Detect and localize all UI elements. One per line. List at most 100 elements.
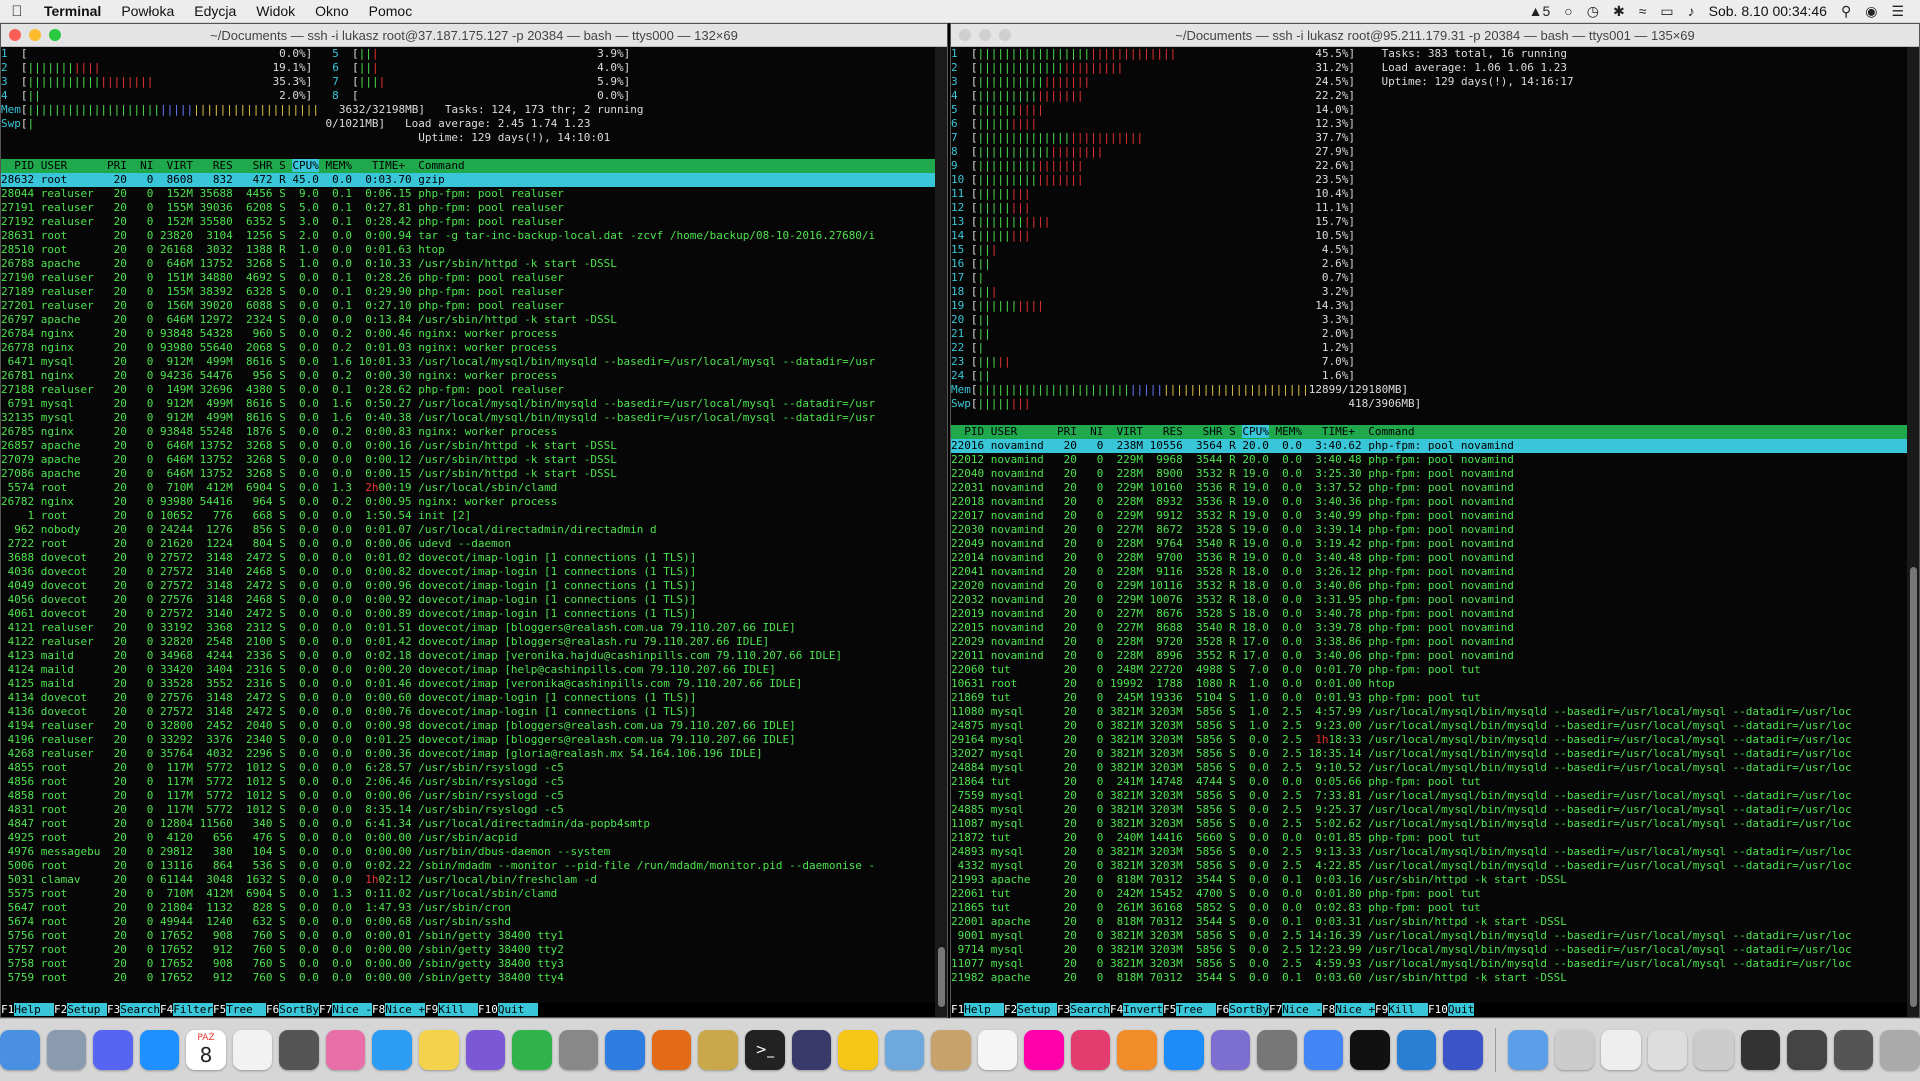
process-row[interactable]: 6471 mysql 20 0 912M 499M 8616 S 0.0 1.6… [1, 355, 935, 369]
process-row[interactable]: 4856 root 20 0 117M 5772 1012 S 0.0 0.0 … [1, 775, 935, 789]
window-titlebar[interactable]: ~/Documents — ssh -i lukasz root@95.211.… [951, 24, 1919, 47]
xcode-icon[interactable] [605, 1030, 645, 1070]
fkey-label[interactable]: Search [120, 1003, 160, 1016]
fkey-label[interactable]: Quit [1447, 1003, 1475, 1016]
process-row[interactable]: 22020 novamind 20 0 229M 10116 3532 R 18… [951, 579, 1907, 593]
process-row[interactable]: 3688 dovecot 20 0 27572 3148 2472 S 0.0 … [1, 551, 935, 565]
close-button[interactable] [959, 29, 971, 41]
fkey-f10[interactable]: F10 [1428, 1003, 1448, 1016]
fkey-label[interactable]: Setup [67, 1003, 107, 1016]
airplay-icon[interactable]: ▭ [1660, 3, 1673, 20]
clock[interactable]: Sob. 8.10 00:34:46 [1709, 3, 1827, 19]
fkey-f10[interactable]: F10 [478, 1003, 498, 1016]
zoom-button[interactable] [999, 29, 1011, 41]
screenshot-icon[interactable] [1554, 1030, 1595, 1070]
menu-terminal[interactable]: Terminal [44, 3, 101, 19]
fkey-label[interactable]: SortBy [279, 1003, 319, 1016]
process-row[interactable]: 9714 mysql 20 0 3821M 3203M 5856 S 0.0 2… [951, 943, 1907, 957]
process-row[interactable]: 4196 realuser 20 0 33292 3376 2340 S 0.0… [1, 733, 935, 747]
process-row[interactable]: 4925 root 20 0 4120 656 476 S 0.0 0.0 0:… [1, 831, 935, 845]
process-row[interactable]: 22060 tut 20 0 248M 22720 4988 S 7.0 0.0… [951, 663, 1907, 677]
process-row[interactable]: 5756 root 20 0 17652 908 760 S 0.0 0.0 0… [1, 929, 935, 943]
process-row[interactable]: 22040 novamind 20 0 228M 8900 3532 R 19.… [951, 467, 1907, 481]
fkey-label[interactable]: Nice + [1335, 1003, 1375, 1016]
process-row[interactable]: 26788 apache 20 0 646M 13752 3268 S 1.0 … [1, 257, 935, 271]
fkey-f4[interactable]: F4 [160, 1003, 173, 1016]
process-row[interactable]: 22019 novamind 20 0 227M 8676 3528 S 18.… [951, 607, 1907, 621]
minimize-button[interactable] [979, 29, 991, 41]
process-row[interactable]: 5758 root 20 0 17652 908 760 S 0.0 0.0 0… [1, 957, 935, 971]
window-titlebar[interactable]: ~/Documents — ssh -i lukasz root@37.187.… [1, 24, 947, 47]
doc3-icon[interactable] [1694, 1030, 1734, 1070]
process-row[interactable]: 22011 novamind 20 0 228M 8996 3552 R 17.… [951, 649, 1907, 663]
process-row[interactable]: 22001 apache 20 0 818M 70312 3544 S 0.0 … [951, 915, 1907, 929]
process-row[interactable]: 24893 mysql 20 0 3821M 3203M 5856 S 0.0 … [951, 845, 1907, 859]
process-row[interactable]: 27189 realuser 20 0 155M 38392 6328 S 0.… [1, 285, 935, 299]
process-row[interactable]: 4855 root 20 0 117M 5772 1012 S 0.0 0.0 … [1, 761, 935, 775]
terminal-icon[interactable]: >_ [744, 1030, 785, 1070]
process-row[interactable]: 5757 root 20 0 17652 912 760 S 0.0 0.0 0… [1, 943, 935, 957]
process-row[interactable]: 10631 root 20 0 19992 1788 1080 R 1.0 0.… [951, 677, 1907, 691]
process-row[interactable]: 11080 mysql 20 0 3821M 3203M 5856 S 1.0 … [951, 705, 1907, 719]
fkey-label[interactable]: Search [1070, 1003, 1110, 1016]
fkey-f2[interactable]: F2 [1004, 1003, 1017, 1016]
fkey-label[interactable]: Tree [1176, 1003, 1216, 1016]
process-row[interactable]: 32135 mysql 20 0 912M 499M 8616 S 0.0 1.… [1, 411, 935, 425]
process-row[interactable]: 22049 novamind 20 0 228M 9764 3540 R 19.… [951, 537, 1907, 551]
color-icon[interactable] [325, 1030, 366, 1070]
fkey-f1[interactable]: F1 [1, 1003, 14, 1016]
process-row[interactable]: 26785 nginx 20 0 93848 55248 1876 S 0.0 … [1, 425, 935, 439]
terminal-window-left[interactable]: ~/Documents — ssh -i lukasz root@37.187.… [0, 23, 948, 1018]
fkey-label[interactable]: Nice + [385, 1003, 425, 1016]
settings-icon[interactable] [1257, 1030, 1297, 1070]
process-row[interactable]: 26784 nginx 20 0 93848 54328 960 S 0.0 0… [1, 327, 935, 341]
fkey-f7[interactable]: F7 [319, 1003, 332, 1016]
fkey-f8[interactable]: F8 [1322, 1003, 1335, 1016]
itunes-icon[interactable] [1070, 1030, 1111, 1070]
scrollbar[interactable] [1907, 47, 1919, 1017]
close-button[interactable] [9, 29, 21, 41]
process-row[interactable]: 4136 dovecot 20 0 27572 3148 2472 S 0.0 … [1, 705, 935, 719]
process-row[interactable]: 21993 apache 20 0 818M 70312 3544 S 0.0 … [951, 873, 1907, 887]
feedly-icon[interactable] [512, 1030, 552, 1070]
contacts-icon[interactable] [931, 1030, 971, 1070]
process-row[interactable]: 962 nobody 20 0 24244 1276 856 S 0.0 0.0… [1, 523, 935, 537]
process-row[interactable]: 27201 realuser 20 0 156M 39020 6088 S 0.… [1, 299, 935, 313]
process-row[interactable]: 22061 tut 20 0 242M 15452 4700 S 0.0 0.0… [951, 887, 1907, 901]
process-row[interactable]: 5647 root 20 0 21804 1132 828 S 0.0 0.0 … [1, 901, 935, 915]
process-row[interactable]: 26797 apache 20 0 646M 12972 2324 S 0.0 … [1, 313, 935, 327]
process-row[interactable]: 28510 root 20 0 26168 3032 1388 R 1.0 0.… [1, 243, 935, 257]
wifi-icon[interactable]: ≈ [1639, 3, 1647, 19]
bluetooth-icon[interactable]: ✱ [1613, 3, 1625, 20]
fkey-label[interactable]: Kill [438, 1003, 478, 1016]
process-row[interactable]: 5575 root 20 0 710M 412M 6904 S 0.0 1.3 … [1, 887, 935, 901]
scrollbar[interactable] [935, 47, 947, 1017]
process-table-header[interactable]: PID USER PRI NI VIRT RES SHR S CPU% MEM%… [951, 425, 1907, 439]
process-row[interactable]: 21869 tut 20 0 245M 19336 5104 S 1.0 0.0… [951, 691, 1907, 705]
process-row[interactable]: 22032 novamind 20 0 229M 10076 3532 R 18… [951, 593, 1907, 607]
help-icon[interactable] [1210, 1030, 1251, 1070]
fkey-label[interactable]: Filter [173, 1003, 213, 1016]
process-row[interactable]: 24884 mysql 20 0 3821M 3203M 5856 S 0.0 … [951, 761, 1907, 775]
terminal-content[interactable]: 1 [ 0.0%] 5 [||| 3.9%] 2 [||||||||||| 19.… [1, 47, 935, 1017]
menu-icon[interactable] [791, 1030, 832, 1070]
notepad-icon[interactable] [977, 1030, 1018, 1070]
process-row[interactable]: 2722 root 20 0 21620 1224 804 S 0.0 0.0 … [1, 537, 935, 551]
process-row[interactable]: 27192 realuser 20 0 152M 35580 6352 S 3.… [1, 215, 935, 229]
time-machine-icon[interactable]: ◷ [1587, 3, 1599, 20]
process-row[interactable]: 26857 apache 20 0 646M 13752 3268 S 0.0 … [1, 439, 935, 453]
process-row[interactable]: 27188 realuser 20 0 149M 32696 4380 S 0.… [1, 383, 935, 397]
calendar-icon[interactable]: PAŹ 8 [186, 1030, 226, 1070]
preview-icon[interactable] [46, 1030, 87, 1070]
terminal-window-right[interactable]: ~/Documents — ssh -i lukasz root@95.211.… [950, 23, 1920, 1018]
process-row[interactable]: 4036 dovecot 20 0 27572 3140 2468 S 0.0 … [1, 565, 935, 579]
keychain-icon[interactable] [884, 1030, 925, 1070]
process-row[interactable]: 4134 dovecot 20 0 27576 3148 2472 S 0.0 … [1, 691, 935, 705]
menu-help[interactable]: Pomoc [369, 3, 413, 19]
star-icon[interactable] [1443, 1030, 1483, 1070]
volume-icon[interactable]: ♪ [1688, 3, 1695, 19]
discord-icon[interactable] [93, 1030, 133, 1070]
process-row[interactable]: 4121 realuser 20 0 33192 3368 2312 S 0.0… [1, 621, 935, 635]
terminal-content[interactable]: 1 [|||||||||||||||||||||||||||||| 45.5%]… [951, 47, 1907, 1017]
process-row[interactable]: 21982 apache 20 0 818M 70312 3544 S 0.0 … [951, 971, 1907, 985]
